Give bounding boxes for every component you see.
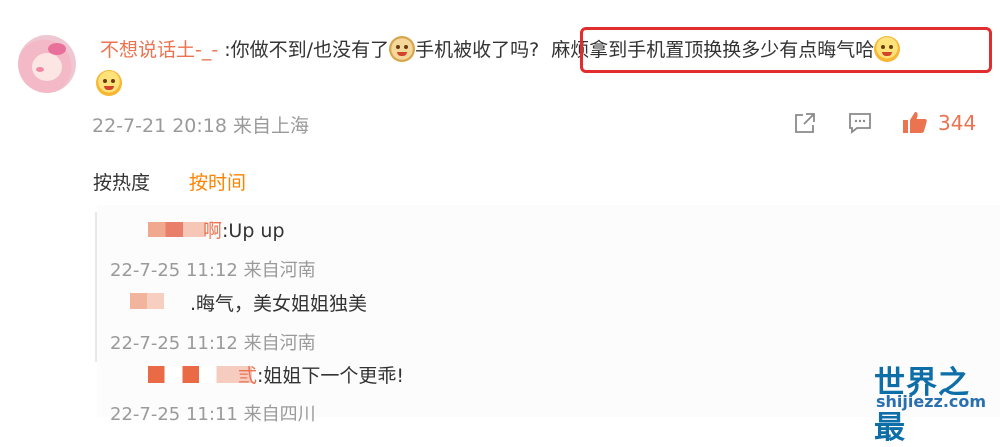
avatar-cheek xyxy=(36,67,44,72)
reply-item: 弎:姐姐下一个更乖! xyxy=(238,361,404,388)
reply-timestamp: 22-7-25 11:12 来自河南 xyxy=(110,260,316,281)
comment-timestamp: 22-7-21 20:18 来自上海 xyxy=(92,115,309,137)
blurred-username xyxy=(148,366,252,383)
watermark-url: shijiezz.com xyxy=(876,392,987,411)
reply-text: :Up up xyxy=(222,220,285,242)
blurred-username xyxy=(148,222,206,237)
comment-icon[interactable] xyxy=(848,112,872,134)
tab-sort-time[interactable]: 按时间 xyxy=(189,168,246,195)
reply-username-suffix[interactable]: 弎 xyxy=(238,365,257,387)
comment-username[interactable]: 不想说话土-_- xyxy=(100,39,218,61)
emoji-smile-icon xyxy=(96,70,122,96)
reply-item: .晦气，美女姐姐独美 xyxy=(190,289,367,316)
reply-text: :姐姐下一个更乖! xyxy=(257,365,405,387)
reply-text: .晦气，美女姐姐独美 xyxy=(190,293,368,315)
like-count: 344 xyxy=(938,111,977,135)
blurred-username xyxy=(130,293,164,309)
reply-username-suffix[interactable]: 啊 xyxy=(203,220,222,242)
doge-icon xyxy=(389,36,416,62)
tab-sort-hot[interactable]: 按热度 xyxy=(93,168,150,195)
like-icon[interactable] xyxy=(902,110,928,134)
thread-divider xyxy=(95,212,97,362)
avatar-bow xyxy=(48,43,66,55)
avatar[interactable] xyxy=(18,35,76,93)
comment-text-middle: 手机被收了吗? xyxy=(415,39,540,61)
reply-timestamp: 22-7-25 11:11 来自四川 xyxy=(110,404,316,425)
reply-timestamp: 22-7-25 11:12 来自河南 xyxy=(110,333,316,354)
reply-item: 啊:Up up xyxy=(203,216,285,243)
comment-text-before: :你做不到/也没有了 xyxy=(224,39,390,61)
highlight-box xyxy=(580,27,992,73)
share-icon[interactable] xyxy=(793,112,817,134)
